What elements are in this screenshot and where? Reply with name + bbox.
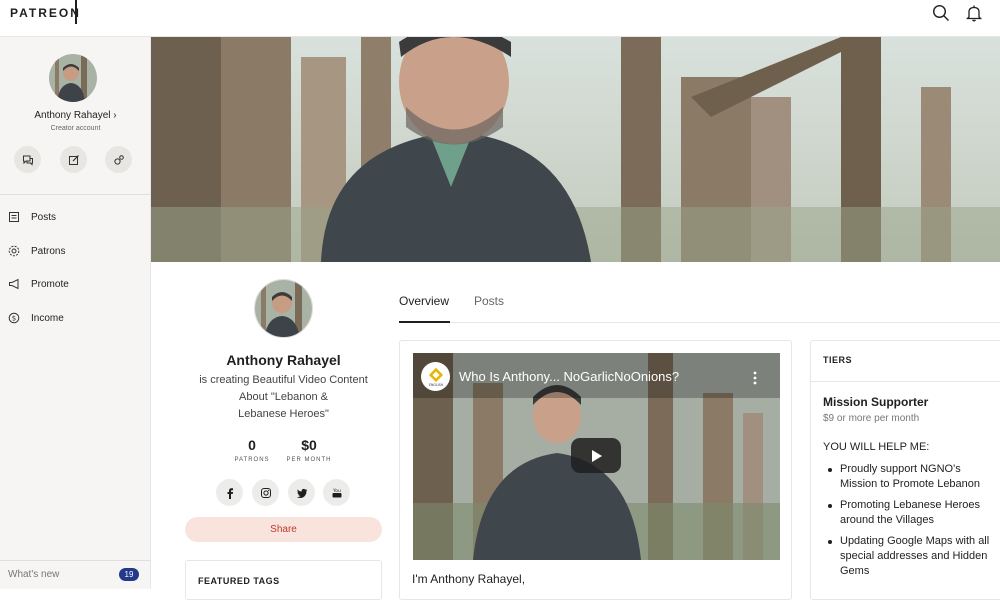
logo-divider [75, 0, 77, 24]
top-bar: PATREON [0, 0, 1000, 37]
tier-help-heading: YOU WILL HELP ME: [823, 441, 930, 453]
sidebar-item-income[interactable]: $ Income [0, 303, 151, 333]
tab-posts[interactable]: Posts [474, 294, 504, 308]
instagram-button[interactable] [252, 479, 279, 506]
channel-label: ENGLISH [428, 383, 443, 387]
tiers-heading: TIERS [823, 355, 853, 365]
tier-benefits-list: Proudly support NGNO's Mission to Promot… [823, 462, 995, 585]
creator-name-heading: Anthony Rahayel [226, 352, 341, 368]
chat-button[interactable] [14, 146, 41, 173]
intro-text: I'm Anthony Rahayel, [412, 572, 526, 586]
video-title[interactable]: Who Is Anthony... NoGarlicNoOnions? [459, 369, 679, 384]
sidebar: Anthony Rahayel › Creator account Posts … [0, 37, 151, 589]
facebook-button[interactable] [216, 479, 243, 506]
featured-tags-heading: FEATURED TAGS [198, 576, 280, 586]
more-options-icon[interactable] [748, 370, 762, 386]
cover-image [151, 37, 1000, 262]
per-month-amount: $0 [301, 437, 317, 453]
active-tab-indicator [399, 321, 450, 323]
description-line: Lebanese Heroes" [238, 408, 329, 420]
dollar-icon: $ [8, 312, 20, 324]
sidebar-divider [0, 560, 151, 561]
play-button[interactable] [571, 438, 621, 473]
sidebar-item-label: Patrons [31, 245, 66, 257]
tabs-divider [399, 322, 1000, 323]
posts-icon [8, 211, 20, 223]
settings-icon [113, 154, 124, 165]
sidebar-item-posts[interactable]: Posts [0, 202, 151, 232]
chevron-right-icon: › [113, 110, 117, 121]
featured-tags-card: FEATURED TAGS [185, 560, 382, 600]
tiers-divider [811, 381, 1000, 382]
facebook-icon [227, 487, 233, 499]
description-line: About "Lebanon & [239, 391, 328, 403]
tier-benefit: Promoting Lebanese Heroes around the Vil… [823, 498, 995, 528]
patrons-label: PATRONS [234, 457, 270, 463]
whats-new-link[interactable]: What's new [8, 569, 59, 580]
edit-post-icon [68, 154, 79, 165]
patreon-logo[interactable]: PATREON [10, 6, 81, 20]
share-button[interactable]: Share [185, 517, 382, 542]
tier-benefit: Proudly support NGNO's Mission to Promot… [823, 462, 995, 492]
search-icon[interactable] [932, 4, 952, 24]
creator-avatar[interactable] [49, 54, 97, 102]
profile-avatar [254, 279, 313, 338]
svg-text:$: $ [12, 315, 16, 323]
megaphone-icon [8, 278, 20, 290]
channel-avatar[interactable]: ENGLISH [421, 362, 450, 391]
sidebar-item-patrons[interactable]: Patrons [0, 236, 151, 266]
youtube-icon: You [332, 488, 341, 497]
tier-benefit: Updating Google Maps with all special ad… [823, 534, 995, 579]
sidebar-item-label: Promote [31, 278, 69, 290]
play-icon [592, 449, 602, 462]
creator-name: Anthony Rahayel [34, 110, 111, 121]
sidebar-item-promote[interactable]: Promote [0, 269, 151, 299]
tier-price: $9 or more per month [823, 413, 920, 424]
per-month-label: PER MONTH [286, 457, 332, 463]
description-line: is creating Beautiful Video Content [199, 374, 368, 386]
twitter-icon [296, 488, 307, 498]
instagram-icon [260, 487, 271, 498]
bell-icon[interactable] [965, 4, 985, 24]
settings-button[interactable] [105, 146, 132, 173]
whats-new-badge: 19 [119, 568, 139, 581]
channel-logo-icon: ENGLISH [428, 367, 443, 387]
sidebar-item-label: Income [31, 312, 64, 324]
patrons-icon [8, 245, 20, 257]
chat-icon [22, 155, 33, 166]
creator-name-link[interactable]: Anthony Rahayel › [0, 110, 151, 121]
edit-post-button[interactable] [60, 146, 87, 173]
sidebar-item-label: Posts [31, 211, 57, 223]
patrons-count: 0 [248, 437, 256, 453]
creator-description: is creating Beautiful Video Content Abou… [185, 372, 382, 423]
youtube-button[interactable]: You [323, 479, 350, 506]
twitter-button[interactable] [288, 479, 315, 506]
tab-overview[interactable]: Overview [399, 294, 449, 308]
sidebar-divider [0, 194, 151, 195]
tier-name[interactable]: Mission Supporter [823, 395, 928, 409]
creator-account-label: Creator account [50, 125, 101, 132]
